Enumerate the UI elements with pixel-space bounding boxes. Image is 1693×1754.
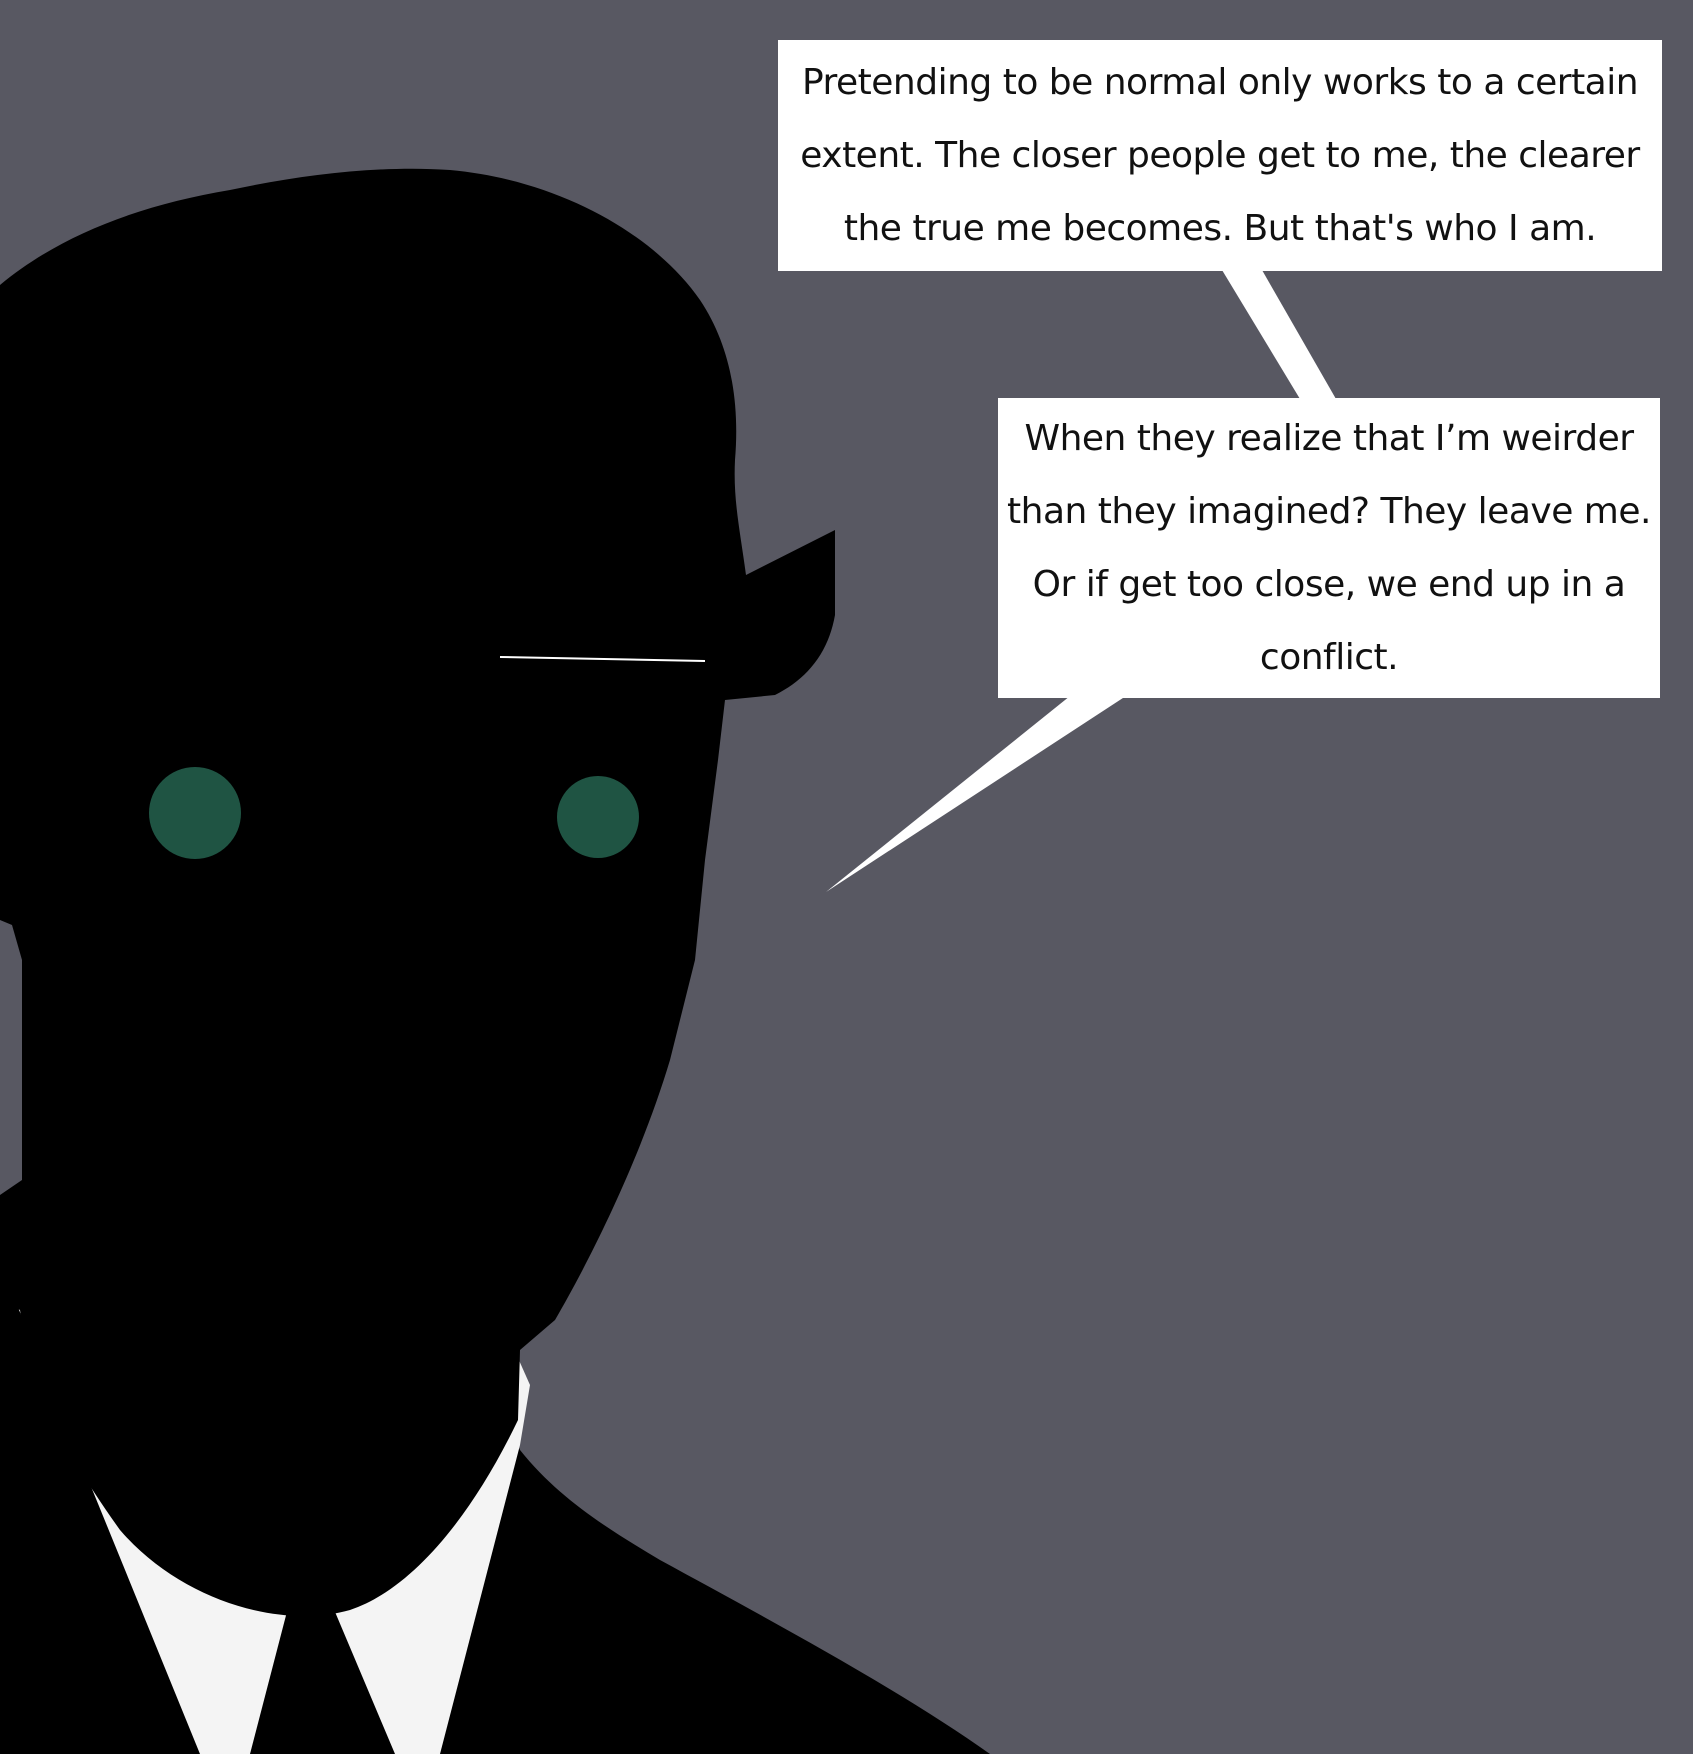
bubble-2-tail — [826, 696, 1126, 892]
left-eye-icon — [149, 767, 241, 859]
speech-bubble-1-text: Pretending to be normal only works to a … — [800, 62, 1640, 249]
speech-bubble-2: When they realize that I’m weirder than … — [998, 398, 1660, 698]
speech-bubble-1: Pretending to be normal only works to a … — [778, 40, 1662, 271]
left-ear — [0, 920, 22, 1195]
bubble-1-tail — [1222, 270, 1336, 399]
head-silhouette — [0, 168, 835, 1617]
comic-panel: Pretending to be normal only works to a … — [0, 0, 1693, 1754]
right-eye-icon — [557, 776, 639, 858]
speech-bubble-2-text: When they realize that I’m weirder than … — [1007, 418, 1651, 678]
